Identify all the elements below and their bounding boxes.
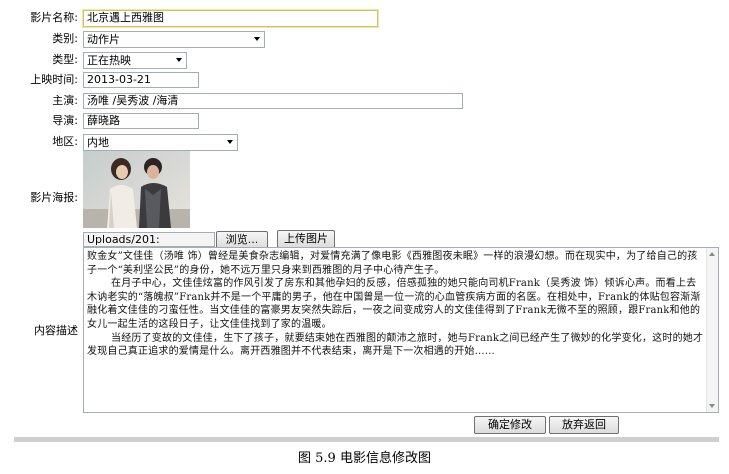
director-label: 导演: xyxy=(52,114,78,127)
scroll-up-icon[interactable] xyxy=(709,252,715,256)
chevron-down-icon xyxy=(254,37,260,41)
figure-caption: 图 5.9 电影信息修改图 xyxy=(298,451,431,466)
category-select-value: 动作片 xyxy=(87,33,120,46)
chevron-down-icon xyxy=(227,140,233,144)
type-select-value: 正在热映 xyxy=(87,54,131,67)
cast-label: 主演: xyxy=(52,94,78,107)
release-date-label: 上映时间: xyxy=(30,73,78,86)
release-date-input[interactable]: 2013-03-21 xyxy=(83,72,199,88)
movie-edit-form: 影片名称: 北京遇上西雅图 类别: 动作片 类型: 正在热映 上映时间: 201… xyxy=(0,0,729,474)
description-text: 败金女”文佳佳（汤唯 饰）曾经是美食杂志编辑，对爱情充满了像电影《西雅图夜未眠》… xyxy=(87,250,704,359)
poster-image xyxy=(83,151,190,228)
title-input[interactable]: 北京遇上西雅图 xyxy=(83,10,378,27)
type-label: 类型: xyxy=(52,53,78,66)
category-label: 类别: xyxy=(52,32,78,45)
title-label: 影片名称: xyxy=(30,11,78,24)
upload-path-input[interactable]: Uploads/201: xyxy=(83,232,215,247)
category-select[interactable]: 动作片 xyxy=(83,31,265,48)
description-paragraph: 败金女”文佳佳（汤唯 饰）曾经是美食杂志编辑，对爱情充满了像电影《西雅图夜未眠》… xyxy=(87,251,698,276)
region-select-value: 内地 xyxy=(87,136,109,149)
description-paragraph: 在月子中心，文佳佳炫富的作风引发了房东和其他孕妇的反感，倍感孤独的她只能向司机F… xyxy=(87,278,701,330)
upload-image-button[interactable]: 上传图片 xyxy=(277,230,335,248)
cancel-return-button[interactable]: 放弃返回 xyxy=(549,416,619,434)
description-textarea[interactable]: 败金女”文佳佳（汤唯 饰）曾经是美食杂志编辑，对爱情充满了像电影《西雅图夜未眠》… xyxy=(83,247,719,413)
description-label: 内容描述 xyxy=(34,324,78,337)
region-label: 地区: xyxy=(52,135,78,148)
poster-photo xyxy=(83,151,190,228)
region-select[interactable]: 内地 xyxy=(83,134,238,151)
cast-input[interactable]: 汤唯 /吴秀波 /海清 xyxy=(83,93,463,109)
poster-label: 影片海报: xyxy=(30,191,78,204)
description-scrollbar[interactable] xyxy=(706,248,718,412)
chevron-down-icon xyxy=(176,58,182,62)
type-select[interactable]: 正在热映 xyxy=(83,52,187,69)
confirm-edit-button[interactable]: 确定修改 xyxy=(474,416,546,434)
description-paragraph: 当经历了变故的文佳佳，生下了孩子，就要结束她在西雅图的颠沛之旅时，她与Frank… xyxy=(87,332,704,358)
scroll-down-icon[interactable] xyxy=(709,404,715,408)
director-input[interactable]: 薛晓路 xyxy=(83,113,199,129)
footer-bar xyxy=(14,437,719,442)
